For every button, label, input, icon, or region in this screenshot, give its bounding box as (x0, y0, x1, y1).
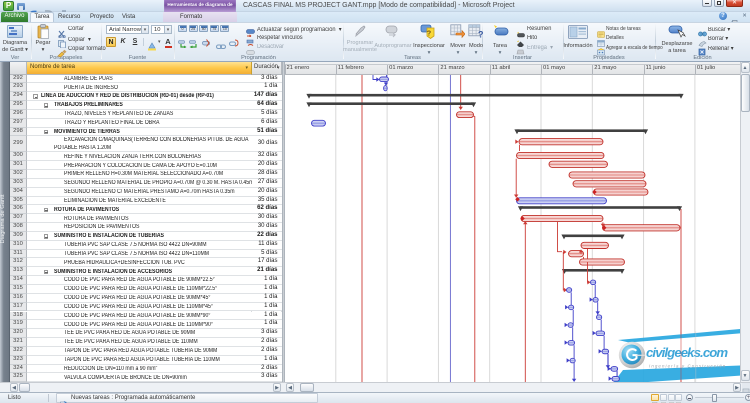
svg-text:civilgeeks.com: civilgeeks.com (646, 345, 728, 360)
svg-text:?: ? (427, 30, 431, 37)
svg-text:Ingeniería y Construcción: Ingeniería y Construcción (649, 363, 726, 368)
svg-text:?: ? (478, 29, 483, 39)
